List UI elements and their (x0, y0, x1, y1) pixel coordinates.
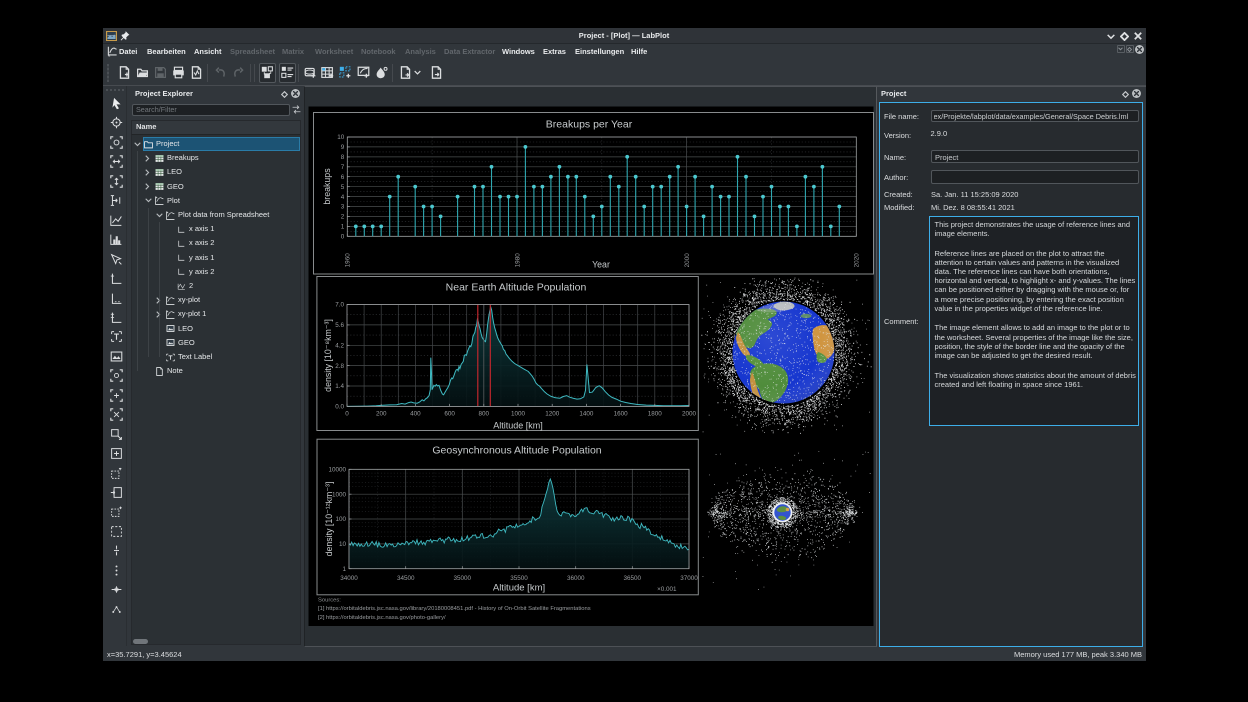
svg-text:1980: 1980 (514, 253, 521, 268)
svg-text:[2] https://orbitaldebris.jsc.: [2] https://orbitaldebris.jsc.nasa.gov/p… (318, 615, 446, 621)
svg-text:35500: 35500 (510, 575, 528, 582)
svg-text:2: 2 (341, 214, 345, 221)
svg-text:8: 8 (341, 154, 345, 161)
svg-text:breakups: breakups (322, 168, 332, 205)
svg-text:6: 6 (341, 174, 345, 181)
svg-text:0.0: 0.0 (335, 404, 344, 411)
svg-text:2000: 2000 (684, 253, 691, 268)
svg-text:Near Earth Altitude Population: Near Earth Altitude Population (446, 282, 587, 294)
svg-text:36000: 36000 (567, 575, 585, 582)
svg-text:Sources:: Sources: (318, 598, 341, 604)
svg-text:100: 100 (335, 516, 346, 523)
svg-text:10000: 10000 (328, 467, 346, 474)
svg-text:0: 0 (345, 410, 349, 417)
svg-text:4: 4 (341, 194, 345, 201)
svg-text:4.2: 4.2 (335, 343, 344, 350)
svg-text:2020: 2020 (854, 253, 861, 268)
svg-text:Geosynchronous Altitude Popula: Geosynchronous Altitude Population (432, 445, 601, 457)
svg-text:1: 1 (341, 224, 345, 231)
svg-text:Year: Year (592, 260, 610, 270)
svg-text:×0.001: ×0.001 (657, 586, 677, 593)
svg-text:Altitude [km]: Altitude [km] (493, 583, 545, 594)
svg-text:2.8: 2.8 (335, 363, 344, 370)
svg-text:10: 10 (337, 134, 345, 141)
svg-text:density [10⁻¹²km⁻³]: density [10⁻¹²km⁻³] (324, 482, 334, 557)
svg-text:37000: 37000 (680, 575, 698, 582)
svg-text:36500: 36500 (624, 575, 642, 582)
svg-text:1600: 1600 (614, 410, 629, 417)
svg-text:1960: 1960 (345, 253, 352, 268)
svg-text:800: 800 (479, 410, 490, 417)
svg-text:9: 9 (341, 144, 345, 151)
svg-text:7: 7 (341, 164, 345, 171)
svg-text:[1] https://orbitaldebris.jsc.: [1] https://orbitaldebris.jsc.nasa.gov/l… (318, 606, 591, 612)
svg-text:1800: 1800 (648, 410, 663, 417)
svg-text:5.6: 5.6 (335, 322, 344, 329)
svg-text:5: 5 (341, 184, 345, 191)
svg-text:1400: 1400 (579, 410, 594, 417)
svg-text:1.4: 1.4 (335, 383, 344, 390)
svg-text:34500: 34500 (397, 575, 415, 582)
svg-text:35000: 35000 (454, 575, 472, 582)
svg-text:200: 200 (376, 410, 387, 417)
svg-text:1000: 1000 (511, 410, 526, 417)
svg-text:2000: 2000 (682, 410, 697, 417)
svg-text:10: 10 (339, 541, 347, 548)
svg-text:34000: 34000 (340, 575, 358, 582)
svg-text:Altitude [km]: Altitude [km] (493, 421, 543, 431)
svg-text:1200: 1200 (545, 410, 560, 417)
svg-text:1000: 1000 (332, 491, 347, 498)
svg-text:Breakups per Year: Breakups per Year (546, 119, 633, 131)
svg-text:7.0: 7.0 (335, 302, 344, 309)
svg-text:400: 400 (410, 410, 421, 417)
svg-text:3: 3 (341, 204, 345, 211)
svg-text:1: 1 (342, 566, 346, 573)
svg-text:600: 600 (444, 410, 455, 417)
svg-text:0: 0 (341, 234, 345, 241)
svg-text:density [10⁻⁸km⁻³]: density [10⁻⁸km⁻³] (323, 319, 333, 392)
